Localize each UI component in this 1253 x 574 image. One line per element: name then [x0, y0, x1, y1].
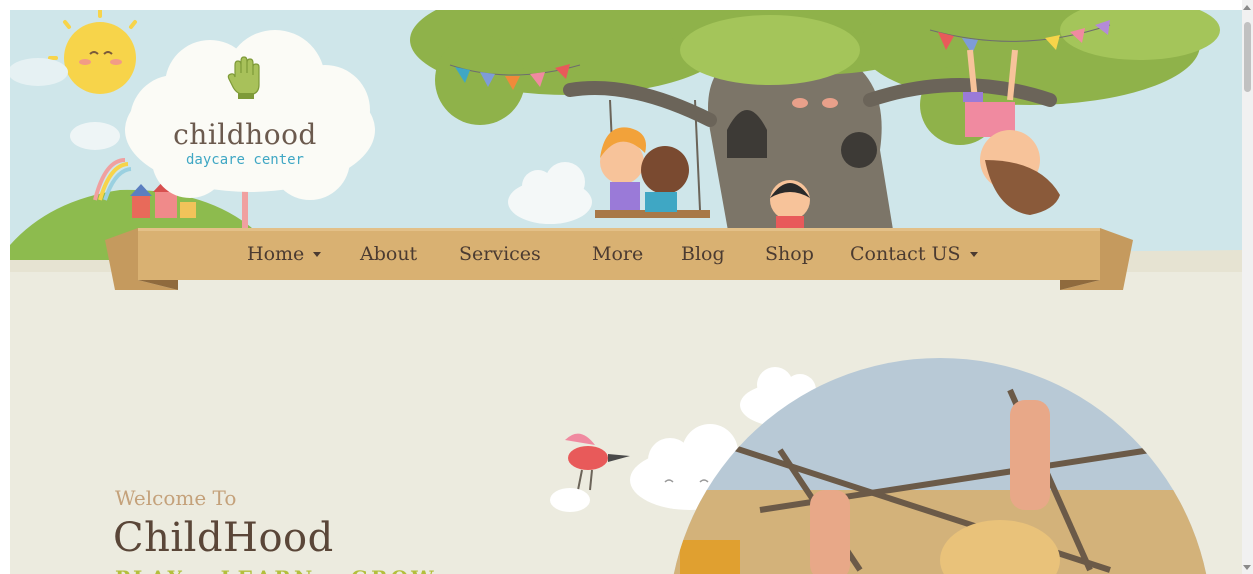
nav-item-about[interactable]: About: [360, 228, 417, 280]
nav-item-home[interactable]: Home: [247, 228, 322, 280]
welcome-text: Welcome To: [115, 486, 237, 510]
caret-down-icon: [969, 251, 978, 257]
nav-item-label: More: [592, 243, 644, 265]
caret-down-icon: [313, 251, 322, 257]
nav-item-services[interactable]: Services: [459, 228, 541, 280]
hand-icon: [227, 56, 260, 99]
hero-subline: PLAY • LEARN • GROW: [115, 566, 437, 574]
page-viewport: childhood daycare center Home About Serv…: [10, 10, 1242, 574]
hero-headline: ChildHood: [113, 515, 334, 561]
nav-item-shop[interactable]: Shop: [765, 228, 814, 280]
nav-item-label: Blog: [681, 243, 725, 265]
nav-item-more[interactable]: More: [592, 228, 643, 280]
nav-item-blog[interactable]: Blog: [681, 228, 725, 280]
logo-tagline: daycare center: [185, 152, 304, 168]
nav-item-label: Contact US: [850, 243, 961, 265]
main-nav: Home About Services More Blog Shop Conta…: [138, 228, 1100, 280]
nav-item-contact[interactable]: Contact US: [850, 228, 978, 280]
nav-item-label: About: [360, 243, 418, 265]
page-scrollbar[interactable]: [1242, 0, 1253, 574]
site-logo[interactable]: childhood daycare center: [165, 56, 325, 169]
nav-item-label: Home: [247, 243, 305, 265]
scroll-up-icon[interactable]: [1243, 5, 1251, 10]
nav-item-label: Shop: [765, 243, 814, 265]
scroll-thumb[interactable]: [1244, 22, 1251, 92]
logo-name: childhood: [173, 118, 317, 151]
nav-item-label: Services: [459, 243, 541, 265]
scroll-down-icon[interactable]: [1243, 565, 1251, 570]
